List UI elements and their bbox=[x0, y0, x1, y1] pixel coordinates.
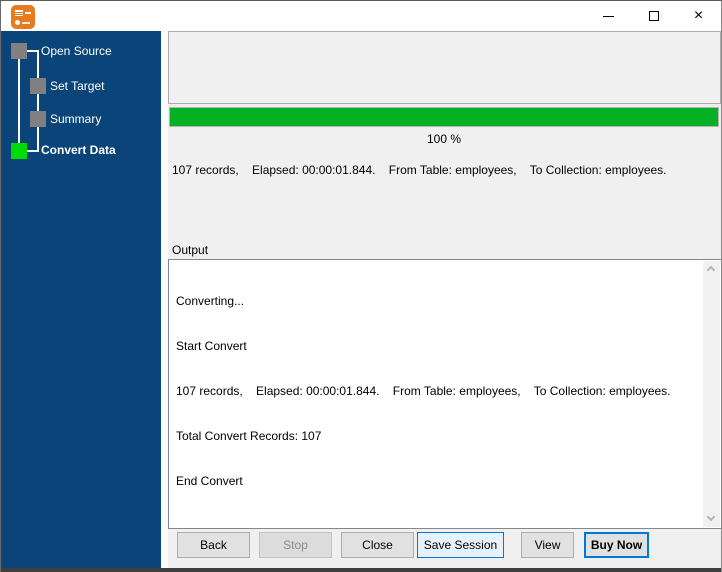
close-icon: × bbox=[694, 8, 703, 24]
close-button[interactable]: × bbox=[676, 1, 721, 31]
minimize-icon bbox=[603, 16, 614, 17]
sidebar-item-set-target[interactable]: Set Target bbox=[50, 79, 104, 93]
output-log-box[interactable]: Converting... Start Convert 107 records,… bbox=[168, 259, 722, 529]
save-session-button[interactable]: Save Session bbox=[417, 532, 504, 558]
window-bottom-border bbox=[1, 568, 721, 572]
back-button[interactable]: Back bbox=[177, 532, 250, 558]
sidebar-item-summary[interactable]: Summary bbox=[50, 112, 101, 126]
progress-bar bbox=[169, 107, 719, 127]
view-button[interactable]: View bbox=[521, 532, 574, 558]
sidebar-divider bbox=[161, 31, 168, 569]
step-connector-bottom bbox=[27, 150, 38, 152]
step-marker-summary[interactable] bbox=[30, 111, 46, 127]
step-connector-outer bbox=[18, 59, 20, 143]
converter-window: × Open Source Set Target Summary Convert… bbox=[0, 0, 722, 572]
step-marker-convert-data[interactable] bbox=[11, 143, 27, 159]
close-dialog-button[interactable]: Close bbox=[341, 532, 414, 558]
window-controls: × bbox=[586, 1, 721, 31]
progress-fill bbox=[170, 108, 718, 126]
output-line: Converting... bbox=[176, 294, 699, 309]
step-marker-open-source[interactable] bbox=[11, 43, 27, 59]
buy-now-button[interactable]: Buy Now bbox=[584, 532, 649, 558]
app-icon bbox=[11, 5, 35, 29]
sidebar-item-open-source[interactable]: Open Source bbox=[41, 44, 112, 58]
step-marker-set-target[interactable] bbox=[30, 78, 46, 94]
output-scrollbar[interactable] bbox=[703, 261, 720, 527]
top-panel bbox=[168, 31, 721, 104]
stop-button[interactable]: Stop bbox=[259, 532, 332, 558]
step-connector-top bbox=[27, 50, 38, 52]
window-body: Open Source Set Target Summary Convert D… bbox=[1, 31, 722, 569]
db-glyph bbox=[15, 20, 20, 25]
minimize-button[interactable] bbox=[586, 1, 631, 31]
conversion-status-line: 107 records, Elapsed: 00:00:01.844. From… bbox=[172, 163, 667, 177]
table-glyph bbox=[15, 10, 23, 16]
scroll-down-icon[interactable] bbox=[707, 515, 715, 523]
output-log-text: Converting... Start Convert 107 records,… bbox=[176, 264, 699, 519]
progress-percent-label: 100 % bbox=[169, 132, 719, 146]
scroll-up-icon[interactable] bbox=[707, 265, 715, 273]
output-line: 107 records, Elapsed: 00:00:01.844. From… bbox=[176, 384, 699, 399]
maximize-icon bbox=[649, 11, 659, 21]
wizard-steps-sidebar: Open Source Set Target Summary Convert D… bbox=[1, 31, 161, 569]
step-connector-inner bbox=[37, 50, 39, 152]
sidebar-item-convert-data[interactable]: Convert Data bbox=[41, 143, 116, 157]
output-line: Start Convert bbox=[176, 339, 699, 354]
output-line: Total Convert Records: 107 bbox=[176, 429, 699, 444]
maximize-button[interactable] bbox=[631, 1, 676, 31]
output-line: End Convert bbox=[176, 474, 699, 489]
titlebar: × bbox=[1, 1, 721, 31]
output-label: Output bbox=[172, 243, 208, 257]
